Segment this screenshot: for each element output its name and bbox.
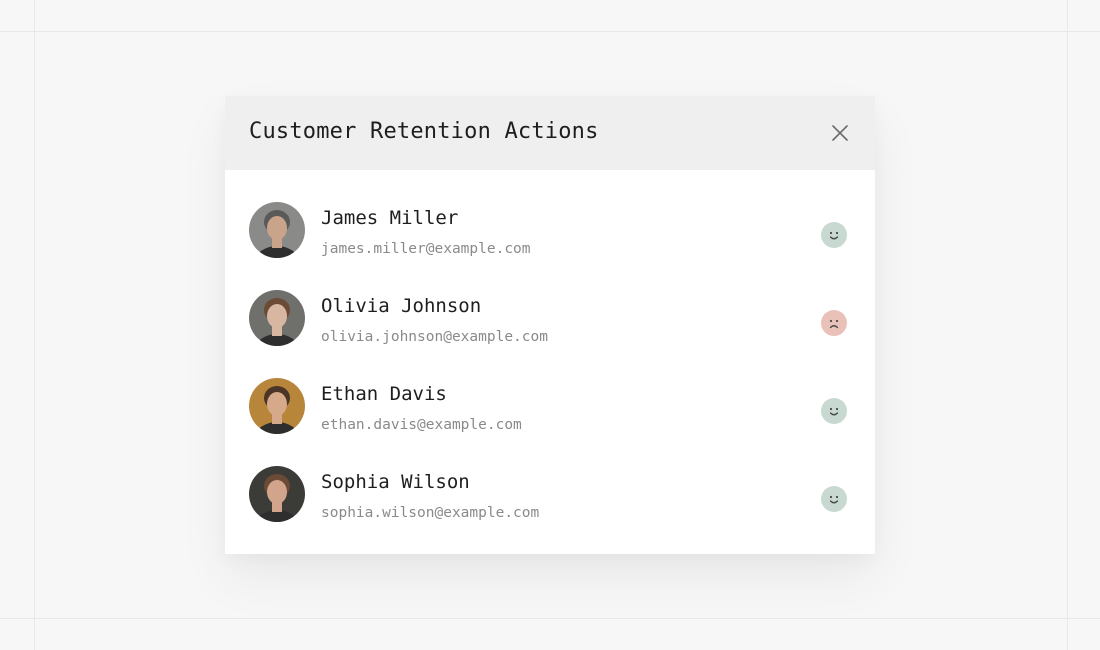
customer-list: James Miller james.miller@example.com Ol… [225,170,875,540]
guide-line-left [34,0,35,650]
sentiment-indicator [821,398,847,424]
frown-icon [829,319,839,329]
customer-email: sophia.wilson@example.com [321,505,540,521]
avatar [249,378,305,434]
avatar [249,290,305,346]
retention-modal: Customer Retention Actions James Miller … [225,96,875,554]
sentiment-indicator [821,222,847,248]
avatar-photo [249,378,305,434]
smile-icon [829,407,839,416]
customer-row[interactable]: Olivia Johnson olivia.johnson@example.co… [225,276,875,364]
avatar-photo [249,202,305,258]
customer-row[interactable]: James Miller james.miller@example.com [225,188,875,276]
avatar-photo [249,290,305,346]
modal-header: Customer Retention Actions [225,96,875,170]
guide-line-right [1067,0,1068,650]
guide-line-top [0,31,1100,32]
customer-row[interactable]: Ethan Davis ethan.davis@example.com [225,364,875,452]
sentiment-indicator [821,486,847,512]
smile-icon [829,231,839,240]
guide-line-bottom [0,618,1100,619]
avatar [249,202,305,258]
customer-name: James Miller [321,207,459,229]
avatar-photo [249,466,305,522]
avatar [249,466,305,522]
smile-icon [829,495,839,504]
customer-name: Ethan Davis [321,383,447,405]
modal-title: Customer Retention Actions [249,119,599,144]
close-button[interactable] [827,120,853,146]
customer-name: Olivia Johnson [321,295,482,317]
customer-row[interactable]: Sophia Wilson sophia.wilson@example.com [225,452,875,540]
customer-email: ethan.davis@example.com [321,417,522,433]
close-icon [832,125,848,141]
sentiment-indicator [821,310,847,336]
customer-email: olivia.johnson@example.com [321,329,548,345]
customer-name: Sophia Wilson [321,471,470,493]
customer-email: james.miller@example.com [321,241,531,257]
